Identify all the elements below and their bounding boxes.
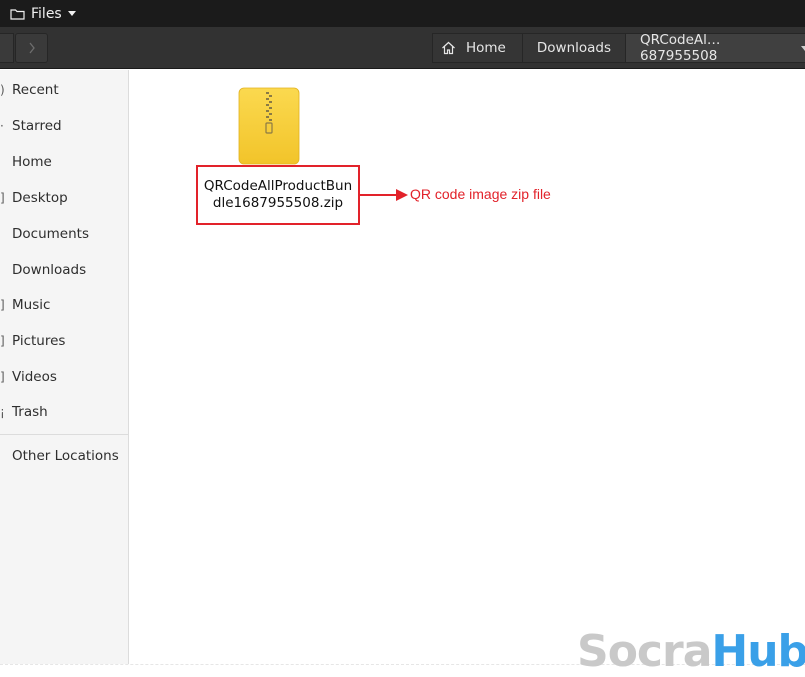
star-icon: · <box>0 119 4 133</box>
sidebar-item-label: Recent <box>12 82 59 98</box>
sidebar-item-trash[interactable]: ¡ Trash <box>0 394 128 430</box>
caret-down-icon[interactable] <box>801 46 805 51</box>
file-item[interactable] <box>237 86 301 166</box>
sidebar-item-label: Desktop <box>12 190 68 206</box>
sidebar-item-starred[interactable]: · Starred <box>0 108 128 144</box>
sidebar-item-label: Home <box>12 154 52 170</box>
sidebar-item-label: Videos <box>12 369 57 385</box>
home-icon <box>442 41 455 55</box>
sidebar-item-label: Trash <box>12 404 48 420</box>
desktop-icon: ] <box>0 191 5 205</box>
breadcrumb-downloads[interactable]: Downloads <box>521 33 627 63</box>
watermark-logo: SocraHub <box>577 628 805 676</box>
sidebar-item-downloads[interactable]: Downloads <box>0 252 128 288</box>
arrow-right-icon <box>360 189 408 201</box>
file-name[interactable]: QRCodeAllProductBundle1687955508.zip <box>203 178 353 212</box>
breadcrumb-downloads-label: Downloads <box>536 40 612 56</box>
path-bar: Home Downloads QRCodeAl…687955508 <box>432 32 805 64</box>
sidebar-item-recent[interactable]: ) Recent <box>0 72 128 108</box>
back-button[interactable] <box>0 33 14 63</box>
caret-down-icon <box>67 11 76 16</box>
sidebar-item-label: Starred <box>12 118 62 134</box>
zip-archive-icon <box>238 87 300 165</box>
music-icon: ] <box>0 298 5 312</box>
pictures-icon: ] <box>0 334 5 348</box>
sidebar-divider <box>0 434 128 435</box>
sidebar-item-label: Music <box>12 297 51 313</box>
sidebar-item-pictures[interactable]: ] Pictures <box>0 323 128 359</box>
annotation-text: QR code image zip file <box>410 186 551 202</box>
chevron-right-icon <box>28 42 35 54</box>
sidebar-item-label: Pictures <box>12 333 66 349</box>
sidebar-item-label: Other Locations <box>12 448 119 464</box>
clock-icon: ) <box>0 83 5 97</box>
sidebar: ) Recent · Starred Home ] Desktop Docume… <box>0 70 129 664</box>
file-name-highlight: QRCodeAllProductBundle1687955508.zip <box>196 165 360 225</box>
sidebar-item-music[interactable]: ] Music <box>0 287 128 323</box>
sidebar-item-documents[interactable]: Documents <box>0 216 128 252</box>
sidebar-item-home[interactable]: Home <box>0 144 128 180</box>
trash-icon: ¡ <box>0 405 5 419</box>
app-menu-label: Files <box>31 5 62 22</box>
sidebar-item-label: Documents <box>12 226 89 242</box>
forward-button[interactable] <box>15 33 48 63</box>
sidebar-item-videos[interactable]: ] Videos <box>0 359 128 395</box>
videos-icon: ] <box>0 370 5 384</box>
breadcrumb-home-label: Home <box>466 40 506 56</box>
watermark-part1: Socra <box>577 626 712 677</box>
breadcrumb-current-label: QRCodeAl…687955508 <box>640 32 721 64</box>
header-bar: Home Downloads QRCodeAl…687955508 <box>0 27 805 69</box>
breadcrumb-current[interactable]: QRCodeAl…687955508 <box>625 32 805 64</box>
top-bar: Files <box>0 0 805 27</box>
sidebar-item-label: Downloads <box>12 262 87 278</box>
file-view[interactable]: QRCodeAllProductBundle1687955508.zip QR … <box>129 70 805 664</box>
breadcrumb-home[interactable]: Home <box>432 33 523 63</box>
folder-icon <box>10 8 25 20</box>
app-menu[interactable]: Files <box>10 6 76 22</box>
watermark-part2: Hub <box>711 626 805 677</box>
sidebar-item-other-locations[interactable]: Other Locations <box>0 438 128 474</box>
sidebar-item-desktop[interactable]: ] Desktop <box>0 180 128 216</box>
